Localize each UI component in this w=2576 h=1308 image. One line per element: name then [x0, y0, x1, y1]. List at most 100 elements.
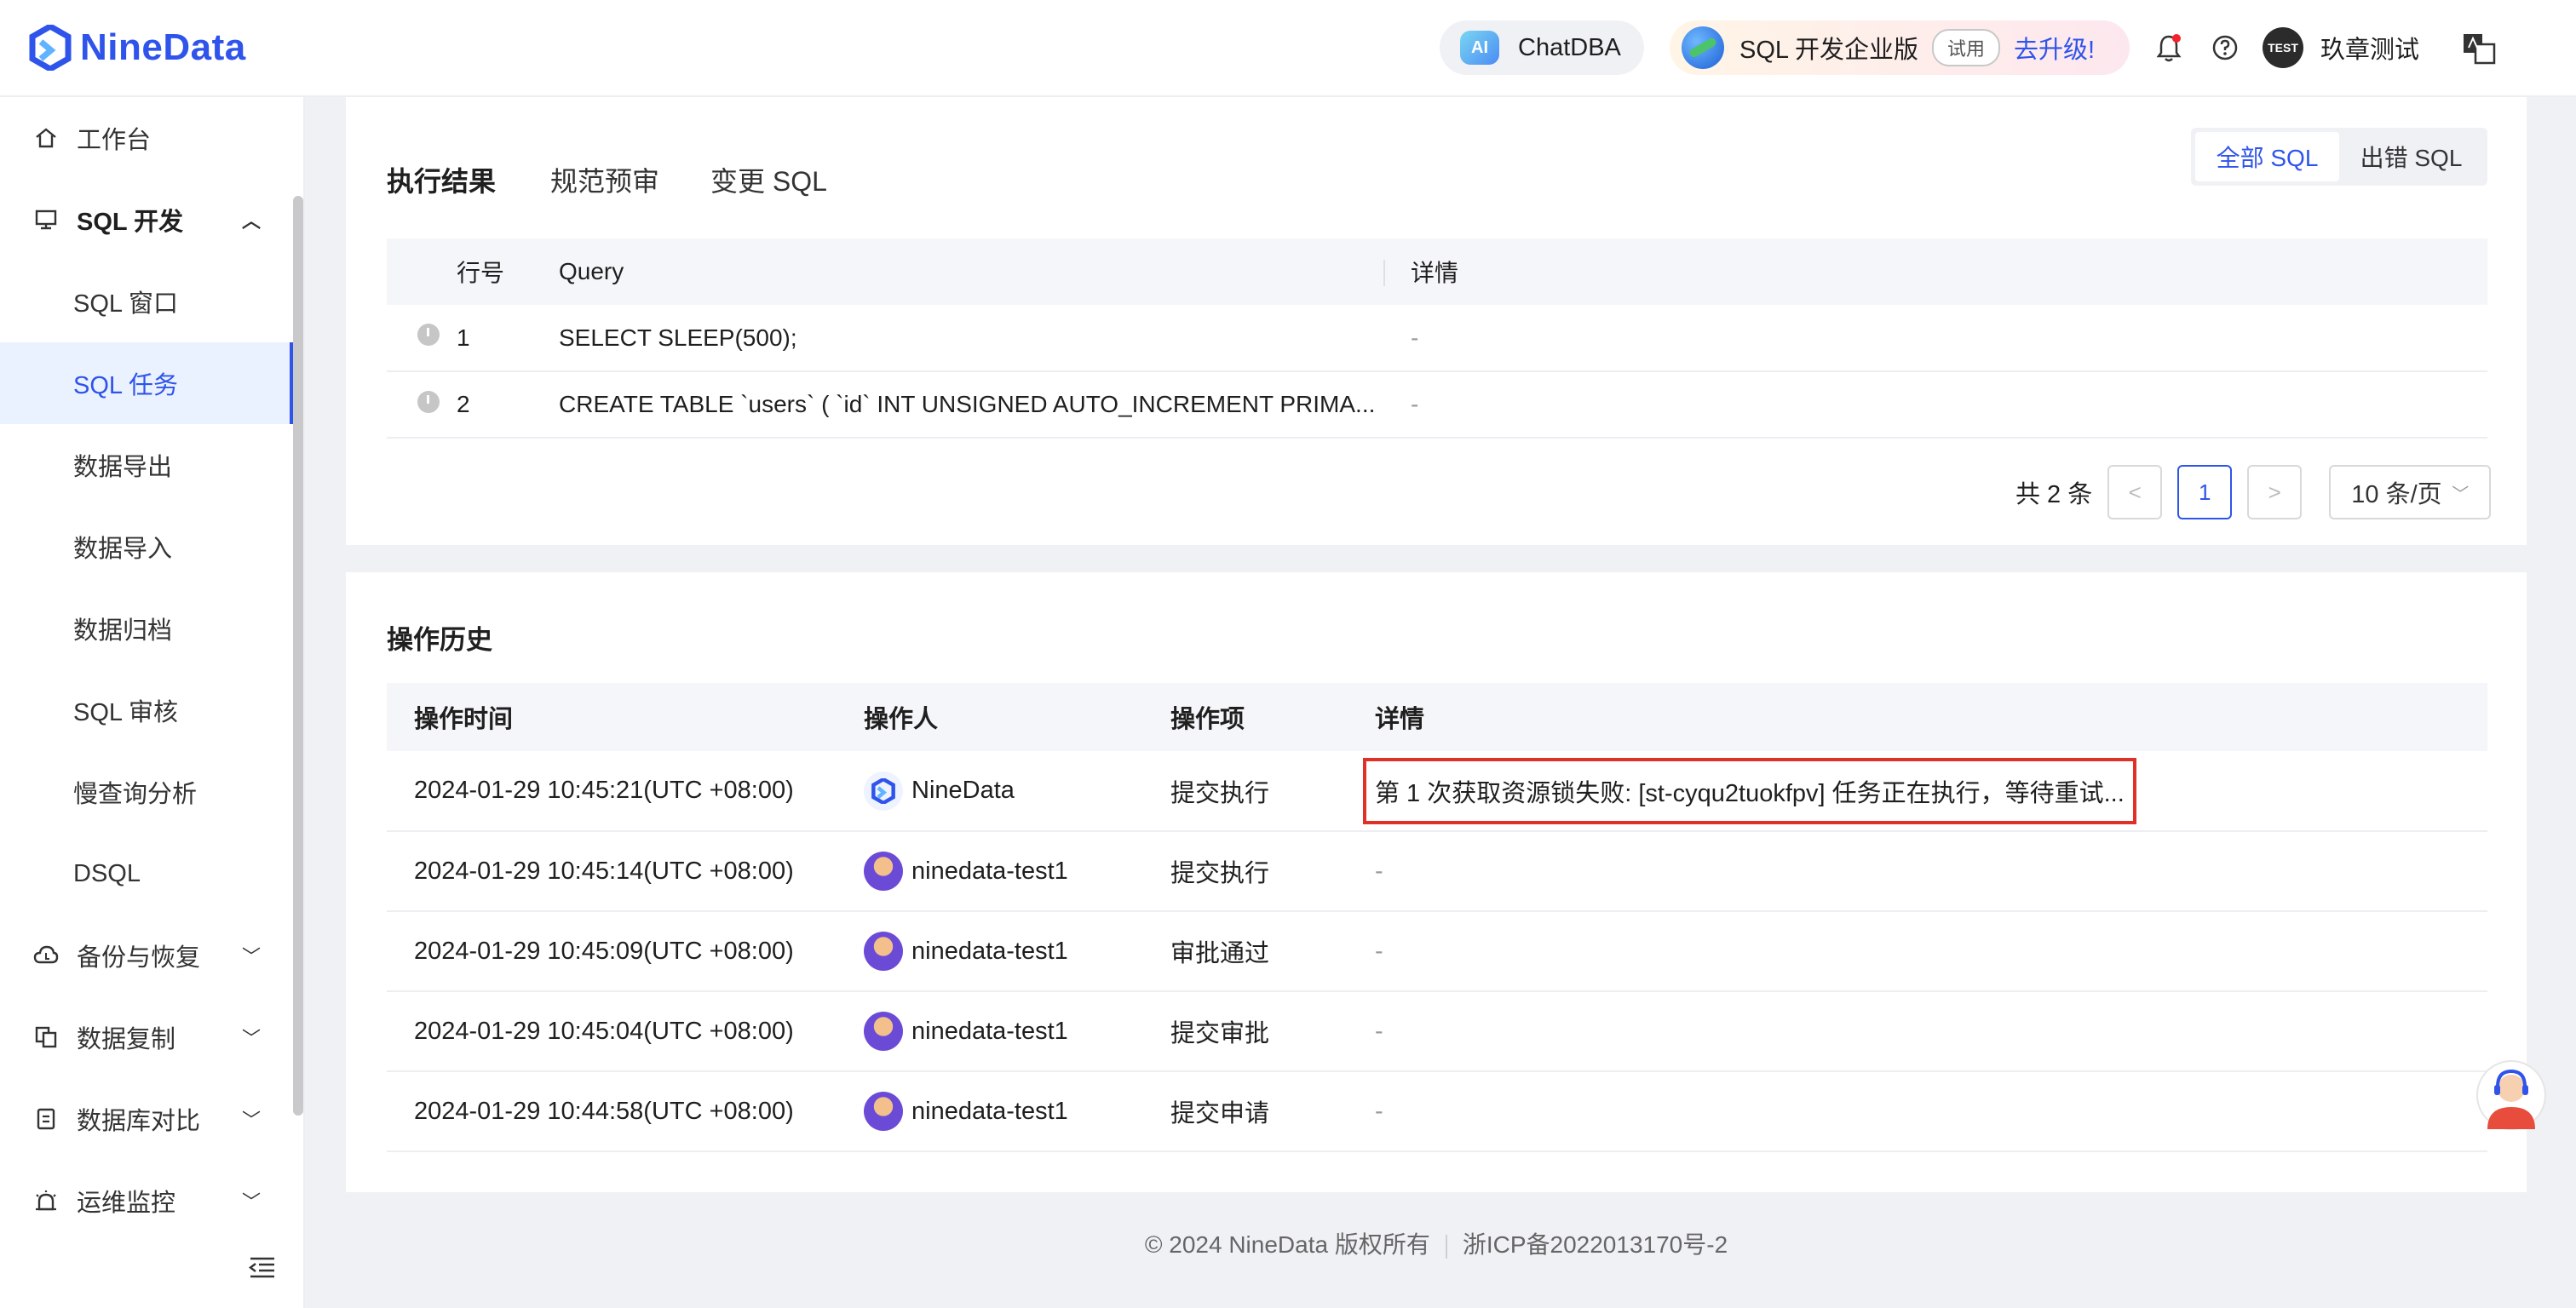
table-row[interactable]: 2024-01-29 10:45:09(UTC +08:00) ninedata…	[387, 911, 2487, 992]
help-icon[interactable]	[2210, 32, 2240, 63]
cell-time: 2024-01-29 10:45:09(UTC +08:00)	[387, 911, 864, 992]
sidebar-item-label: SQL 任务	[73, 372, 179, 399]
tab-change-sql[interactable]: 变更 SQL	[710, 160, 827, 199]
cell-detail: -	[1411, 371, 2487, 439]
page-size-value: 10 条/页	[2351, 481, 2442, 508]
sidebar-item-sql-window[interactable]: SQL 窗口	[0, 261, 295, 342]
pagination-total: 共 2 条	[2015, 481, 2093, 508]
cell-time: 2024-01-29 10:45:21(UTC +08:00)	[387, 751, 864, 832]
sidebar-item-label: 数据导入	[73, 536, 173, 563]
execution-result-panel: 执行结果 规范预审 变更 SQL 全部 SQL 出错 SQL 行号 Query …	[346, 97, 2527, 545]
chevron-down-icon: ﹀	[241, 1028, 261, 1049]
sidebar-item-data-archive[interactable]: 数据归档	[0, 588, 295, 669]
cell-operator: ninedata-test1	[864, 911, 1170, 992]
logo-text: NineData	[80, 26, 246, 68]
ninedata-logo-icon	[29, 25, 72, 71]
chevron-down-icon: ﹀	[241, 1191, 261, 1213]
page-size-select[interactable]: 10 条/页 ﹀	[2329, 465, 2492, 519]
sidebar-item-data-export[interactable]: 数据导出	[0, 424, 295, 506]
sql-result-table: 行号 Query 详情 1 SELECT SLEEP(500); - 2 CRE…	[387, 238, 2487, 439]
sidebar: 工作台 SQL 开发 ︿ SQL 窗口 SQL 任务 数据导出 数据导入 数据归…	[0, 97, 305, 1308]
user-avatar: TEST	[2263, 27, 2303, 68]
enterprise-label: SQL 开发企业版	[1739, 37, 1919, 64]
sidebar-item-sql-review[interactable]: SQL 审核	[0, 669, 295, 751]
cell-action: 提交执行	[1170, 831, 1375, 912]
sidebar-item-slow-query[interactable]: 慢查询分析	[0, 751, 295, 833]
sidebar-item-label: 工作台	[77, 127, 152, 154]
cell-operator: ninedata-test1	[864, 1071, 1170, 1152]
copyright-text: © 2024 NineData 版权所有	[1144, 1231, 1430, 1258]
ninedata-logo-icon	[864, 771, 903, 811]
enterprise-upgrade-banner[interactable]: SQL 开发企业版 试用 去升级!	[1670, 20, 2130, 75]
cell-detail: -	[1375, 911, 2487, 992]
cell-line-no: 2	[457, 371, 559, 439]
sidebar-item-dsql[interactable]: DSQL	[0, 833, 295, 915]
sidebar-item-backup[interactable]: 备份与恢复 ﹀	[0, 915, 295, 996]
next-page-button[interactable]: >	[2247, 465, 2303, 519]
sidebar-item-label: 数据复制	[77, 1026, 176, 1053]
chevron-down-icon: ﹀	[241, 1110, 261, 1131]
cell-action: 提交申请	[1170, 1071, 1375, 1152]
sidebar-item-label: SQL 窗口	[73, 290, 179, 318]
bell-icon[interactable]	[2153, 32, 2184, 63]
sidebar-item-workbench[interactable]: 工作台	[0, 97, 295, 179]
copy-icon	[32, 1024, 60, 1051]
cell-detail: 第 1 次获取资源锁失败: [st-cyqu2tuokfpv] 任务正在执行，等…	[1363, 751, 2487, 832]
sidebar-item-db-compare[interactable]: 数据库对比 ﹀	[0, 1078, 295, 1160]
compare-icon	[32, 1105, 60, 1133]
prev-page-button[interactable]: <	[2107, 465, 2163, 519]
sidebar-item-label: 数据库对比	[77, 1108, 201, 1135]
sidebar-item-label: 数据归档	[73, 617, 173, 645]
avatar	[864, 1092, 903, 1131]
tab-precheck[interactable]: 规范预审	[550, 160, 659, 199]
table-row[interactable]: 2 CREATE TABLE `users` ( `id` INT UNSIGN…	[387, 371, 2487, 439]
alarm-icon	[32, 1187, 60, 1214]
user-menu[interactable]: TEST 玖章测试	[2263, 27, 2419, 68]
clock-icon	[417, 390, 440, 413]
upgrade-link[interactable]: 去升级!	[2014, 30, 2095, 66]
logo[interactable]: NineData	[29, 22, 246, 73]
table-header-row: 行号 Query 详情	[387, 238, 2487, 305]
sidebar-scrollbar[interactable]	[293, 196, 303, 1116]
sidebar-item-data-import[interactable]: 数据导入	[0, 506, 295, 588]
status-column-header	[387, 238, 457, 305]
monitor-icon	[32, 206, 60, 233]
sidebar-item-label: 慢查询分析	[73, 781, 198, 808]
clock-icon	[417, 324, 440, 346]
column-header-time: 操作时间	[387, 683, 864, 751]
icp-link[interactable]: 浙ICP备2022013170号-2	[1463, 1231, 1728, 1258]
tab-execution-result[interactable]: 执行结果	[387, 160, 496, 199]
sidebar-item-label: SQL 开发	[77, 209, 184, 236]
column-header-detail: 详情	[1383, 238, 2487, 305]
sidebar-item-sql-task[interactable]: SQL 任务	[0, 342, 295, 424]
filter-all-sql[interactable]: 全部 SQL	[2195, 132, 2339, 181]
chevron-down-icon: ﹀	[2452, 485, 2470, 504]
operator-name: ninedata-test1	[911, 1097, 1068, 1125]
table-row[interactable]: 2024-01-29 10:45:04(UTC +08:00) ninedata…	[387, 991, 2487, 1072]
chatdba-button[interactable]: AI ChatDBA	[1440, 20, 1644, 75]
operator-name: ninedata-test1	[911, 857, 1068, 885]
cell-detail: -	[1375, 1071, 2487, 1152]
cell-action: 审批通过	[1170, 911, 1375, 992]
language-switch-icon[interactable]	[2462, 32, 2496, 65]
collapse-sidebar-icon[interactable]	[247, 1255, 278, 1281]
cell-detail: -	[1375, 831, 2487, 912]
cell-time: 2024-01-29 10:45:04(UTC +08:00)	[387, 991, 864, 1072]
cell-time: 2024-01-29 10:44:58(UTC +08:00)	[387, 1071, 864, 1152]
operation-history-panel: 操作历史 操作时间 操作人 操作项 详情 2024-01-29 10:45:21…	[346, 572, 2527, 1192]
filter-error-sql[interactable]: 出错 SQL	[2339, 132, 2483, 181]
cell-time: 2024-01-29 10:45:14(UTC +08:00)	[387, 831, 864, 912]
table-row[interactable]: 1 SELECT SLEEP(500); -	[387, 305, 2487, 372]
column-header-line-no: 行号	[457, 238, 559, 305]
sidebar-item-replication[interactable]: 数据复制 ﹀	[0, 996, 295, 1078]
sidebar-item-sql-dev[interactable]: SQL 开发 ︿	[0, 179, 295, 261]
table-row[interactable]: 2024-01-29 10:45:21(UTC +08:00) NineData…	[387, 751, 2487, 832]
home-icon	[32, 124, 60, 152]
pagination: 共 2 条 < 1 > 10 条/页 ﹀	[2015, 465, 2492, 519]
table-row[interactable]: 2024-01-29 10:44:58(UTC +08:00) ninedata…	[387, 1071, 2487, 1152]
page-1-button[interactable]: 1	[2177, 465, 2233, 519]
cell-detail: -	[1411, 305, 2487, 372]
customer-support-icon[interactable]	[2475, 1056, 2547, 1134]
sidebar-item-monitoring[interactable]: 运维监控 ﹀	[0, 1160, 295, 1242]
table-row[interactable]: 2024-01-29 10:45:14(UTC +08:00) ninedata…	[387, 831, 2487, 912]
